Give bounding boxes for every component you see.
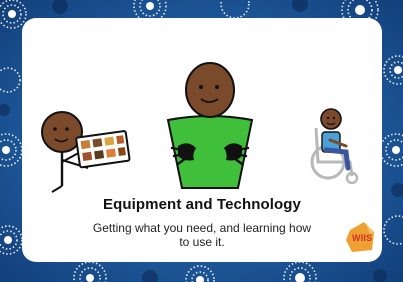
card-title: Equipment and Technology [103, 196, 301, 213]
wiis-logo-text: WIIS [352, 233, 373, 243]
card-subtitle: Getting what you need, and learning how … [92, 221, 312, 249]
person-in-wheelchair-icon [310, 108, 359, 185]
person-signing-icon [166, 62, 254, 189]
person-holding-tablet-icon [41, 111, 131, 193]
